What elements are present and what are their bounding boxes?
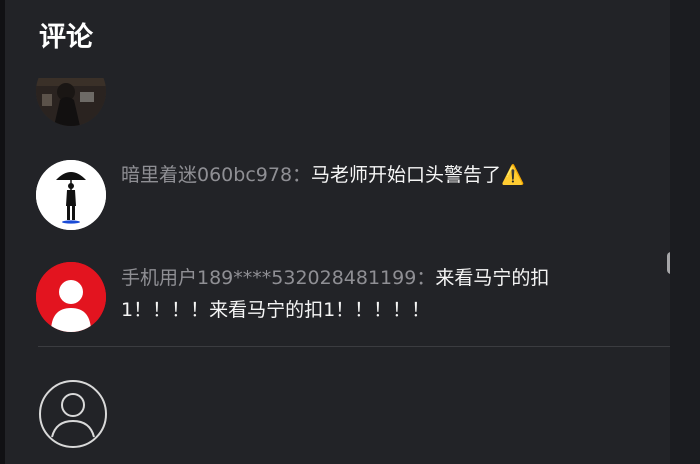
- right-edge: [670, 0, 700, 464]
- comment-avatar[interactable]: [36, 160, 106, 230]
- partial-photo-avatar[interactable]: [36, 78, 106, 126]
- page-title: 评论: [39, 22, 93, 53]
- photo-avatar-icon: [36, 78, 106, 126]
- umbrella-person-avatar-icon: [36, 160, 106, 230]
- divider: [38, 346, 675, 347]
- comment-item: 暗里着迷060bc978：马老师开始口头警告了⚠️: [121, 159, 591, 191]
- comment-content: 马老师开始口头警告了⚠️: [311, 164, 525, 186]
- default-user-avatar-red-icon: [36, 262, 106, 332]
- comment-avatar[interactable]: [36, 262, 106, 332]
- comment-screen: 评论 暗里着迷060bc978：马老师开始口头警告了⚠️ 手机用户189****…: [0, 0, 700, 464]
- comment-username[interactable]: 手机用户189****532028481199：: [121, 267, 435, 289]
- comment-item: 手机用户189****532028481199：来看马宁的扣1！！！！来看马宁的…: [121, 262, 591, 326]
- comment-list[interactable]: 暗里着迷060bc978：马老师开始口头警告了⚠️ 手机用户189****532…: [5, 78, 670, 346]
- user-outline-icon: [39, 380, 107, 448]
- comment-panel: 评论 暗里着迷060bc978：马老师开始口头警告了⚠️ 手机用户189****…: [5, 0, 675, 464]
- my-avatar[interactable]: [38, 379, 108, 449]
- comment-username[interactable]: 暗里着迷060bc978：: [121, 164, 311, 186]
